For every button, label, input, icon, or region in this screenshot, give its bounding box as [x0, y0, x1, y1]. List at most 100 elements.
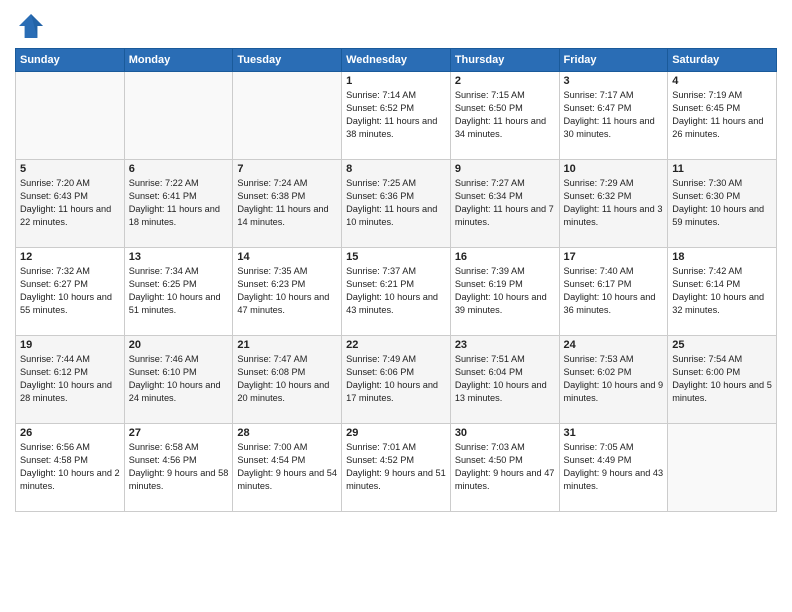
- cell-content: Sunrise: 7:15 AMSunset: 6:50 PMDaylight:…: [455, 89, 555, 141]
- day-cell: [668, 424, 777, 512]
- sunset-text: Sunset: 6:12 PM: [20, 366, 120, 379]
- day-number: 2: [455, 75, 555, 87]
- sunrise-text: Sunrise: 7:25 AM: [346, 177, 446, 190]
- sunrise-text: Sunrise: 7:37 AM: [346, 265, 446, 278]
- sunrise-text: Sunrise: 7:22 AM: [129, 177, 229, 190]
- cell-content: Sunrise: 7:20 AMSunset: 6:43 PMDaylight:…: [20, 177, 120, 229]
- cell-content: Sunrise: 7:37 AMSunset: 6:21 PMDaylight:…: [346, 265, 446, 317]
- cell-content: Sunrise: 7:27 AMSunset: 6:34 PMDaylight:…: [455, 177, 555, 229]
- day-cell: 4Sunrise: 7:19 AMSunset: 6:45 PMDaylight…: [668, 72, 777, 160]
- sunrise-text: Sunrise: 6:56 AM: [20, 441, 120, 454]
- sunset-text: Sunset: 6:08 PM: [237, 366, 337, 379]
- daylight-text: Daylight: 9 hours and 47 minutes.: [455, 467, 555, 493]
- sunset-text: Sunset: 6:10 PM: [129, 366, 229, 379]
- week-row: 12Sunrise: 7:32 AMSunset: 6:27 PMDayligh…: [16, 248, 777, 336]
- sunset-text: Sunset: 6:04 PM: [455, 366, 555, 379]
- day-header: Sunday: [16, 49, 125, 72]
- sunset-text: Sunset: 6:45 PM: [672, 102, 772, 115]
- day-cell: 29Sunrise: 7:01 AMSunset: 4:52 PMDayligh…: [342, 424, 451, 512]
- daylight-text: Daylight: 10 hours and 5 minutes.: [672, 379, 772, 405]
- day-cell: 11Sunrise: 7:30 AMSunset: 6:30 PMDayligh…: [668, 160, 777, 248]
- cell-content: Sunrise: 7:22 AMSunset: 6:41 PMDaylight:…: [129, 177, 229, 229]
- day-cell: 5 Sunrise: 7:20 AMSunset: 6:43 PMDaylight…: [16, 160, 125, 248]
- sunset-text: Sunset: 6:25 PM: [129, 278, 229, 291]
- daylight-text: Daylight: 11 hours and 18 minutes.: [129, 203, 229, 229]
- day-number: 20: [129, 339, 229, 351]
- sunrise-text: Sunrise: 7:46 AM: [129, 353, 229, 366]
- daylight-text: Daylight: 11 hours and 7 minutes.: [455, 203, 555, 229]
- daylight-text: Daylight: 10 hours and 2 minutes.: [20, 467, 120, 493]
- day-cell: 24 Sunrise: 7:53 AMSunset: 6:02 PMDayligh…: [559, 336, 668, 424]
- day-header: Wednesday: [342, 49, 451, 72]
- day-header: Thursday: [450, 49, 559, 72]
- daylight-text: Daylight: 11 hours and 3 minutes.: [564, 203, 664, 229]
- daylight-text: Daylight: 10 hours and 17 minutes.: [346, 379, 446, 405]
- daylight-text: Daylight: 11 hours and 38 minutes.: [346, 115, 446, 141]
- cell-content: Sunrise: 7:32 AMSunset: 6:27 PMDaylight:…: [20, 265, 120, 317]
- sunrise-text: Sunrise: 7:49 AM: [346, 353, 446, 366]
- day-cell: 18Sunrise: 7:42 AMSunset: 6:14 PMDayligh…: [668, 248, 777, 336]
- sunrise-text: Sunrise: 6:58 AM: [129, 441, 229, 454]
- sunset-text: Sunset: 4:50 PM: [455, 454, 555, 467]
- daylight-text: Daylight: 9 hours and 51 minutes.: [346, 467, 446, 493]
- day-number: 22: [346, 339, 446, 351]
- cell-content: Sunrise: 7:25 AMSunset: 6:36 PMDaylight:…: [346, 177, 446, 229]
- sunset-text: Sunset: 6:43 PM: [20, 190, 120, 203]
- day-cell: 7Sunrise: 7:24 AMSunset: 6:38 PMDaylight…: [233, 160, 342, 248]
- sunrise-text: Sunrise: 7:00 AM: [237, 441, 337, 454]
- sunset-text: Sunset: 4:58 PM: [20, 454, 120, 467]
- sunrise-text: Sunrise: 7:01 AM: [346, 441, 446, 454]
- day-number: 26: [20, 427, 120, 439]
- sunrise-text: Sunrise: 7:34 AM: [129, 265, 229, 278]
- cell-content: Sunrise: 7:14 AMSunset: 6:52 PMDaylight:…: [346, 89, 446, 141]
- cell-content: Sunrise: 7:34 AMSunset: 6:25 PMDaylight:…: [129, 265, 229, 317]
- day-cell: 3Sunrise: 7:17 AMSunset: 6:47 PMDaylight…: [559, 72, 668, 160]
- sunrise-text: Sunrise: 7:05 AM: [564, 441, 664, 454]
- daylight-text: Daylight: 11 hours and 10 minutes.: [346, 203, 446, 229]
- header: [15, 10, 777, 42]
- sunrise-text: Sunrise: 7:53 AM: [564, 353, 664, 366]
- day-cell: 22 Sunrise: 7:49 AMSunset: 6:06 PMDayligh…: [342, 336, 451, 424]
- day-cell: 15Sunrise: 7:37 AMSunset: 6:21 PMDayligh…: [342, 248, 451, 336]
- day-number: 25: [672, 339, 772, 351]
- week-row: 26Sunrise: 6:56 AMSunset: 4:58 PMDayligh…: [16, 424, 777, 512]
- sunrise-text: Sunrise: 7:24 AM: [237, 177, 337, 190]
- day-number: 5: [20, 163, 120, 175]
- sunset-text: Sunset: 6:00 PM: [672, 366, 772, 379]
- day-number: 24: [564, 339, 664, 351]
- day-number: 14: [237, 251, 337, 263]
- cell-content: Sunrise: 7:00 AMSunset: 4:54 PMDaylight:…: [237, 441, 337, 493]
- daylight-text: Daylight: 10 hours and 32 minutes.: [672, 291, 772, 317]
- sunrise-text: Sunrise: 7:32 AM: [20, 265, 120, 278]
- day-number: 12: [20, 251, 120, 263]
- cell-content: Sunrise: 7:35 AMSunset: 6:23 PMDaylight:…: [237, 265, 337, 317]
- daylight-text: Daylight: 10 hours and 9 minutes.: [564, 379, 664, 405]
- cell-content: Sunrise: 7:30 AMSunset: 6:30 PMDaylight:…: [672, 177, 772, 229]
- daylight-text: Daylight: 10 hours and 47 minutes.: [237, 291, 337, 317]
- cell-content: Sunrise: 6:58 AMSunset: 4:56 PMDaylight:…: [129, 441, 229, 493]
- day-number: 19: [20, 339, 120, 351]
- day-number: 10: [564, 163, 664, 175]
- calendar-table: SundayMondayTuesdayWednesdayThursdayFrid…: [15, 48, 777, 512]
- sunrise-text: Sunrise: 7:30 AM: [672, 177, 772, 190]
- cell-content: Sunrise: 7:49 AMSunset: 6:06 PMDaylight:…: [346, 353, 446, 405]
- daylight-text: Daylight: 10 hours and 55 minutes.: [20, 291, 120, 317]
- sunset-text: Sunset: 6:27 PM: [20, 278, 120, 291]
- day-cell: 23Sunrise: 7:51 AMSunset: 6:04 PMDayligh…: [450, 336, 559, 424]
- daylight-text: Daylight: 10 hours and 43 minutes.: [346, 291, 446, 317]
- day-cell: 9Sunrise: 7:27 AMSunset: 6:34 PMDaylight…: [450, 160, 559, 248]
- cell-content: Sunrise: 7:46 AMSunset: 6:10 PMDaylight:…: [129, 353, 229, 405]
- day-cell: 6Sunrise: 7:22 AMSunset: 6:41 PMDaylight…: [124, 160, 233, 248]
- sunrise-text: Sunrise: 7:51 AM: [455, 353, 555, 366]
- sunrise-text: Sunrise: 7:35 AM: [237, 265, 337, 278]
- sunset-text: Sunset: 6:50 PM: [455, 102, 555, 115]
- logo: [15, 10, 51, 42]
- sunset-text: Sunset: 6:52 PM: [346, 102, 446, 115]
- cell-content: Sunrise: 7:05 AMSunset: 4:49 PMDaylight:…: [564, 441, 664, 493]
- day-number: 16: [455, 251, 555, 263]
- daylight-text: Daylight: 9 hours and 54 minutes.: [237, 467, 337, 493]
- sunset-text: Sunset: 6:02 PM: [564, 366, 664, 379]
- cell-content: Sunrise: 7:40 AMSunset: 6:17 PMDaylight:…: [564, 265, 664, 317]
- day-number: 18: [672, 251, 772, 263]
- daylight-text: Daylight: 10 hours and 24 minutes.: [129, 379, 229, 405]
